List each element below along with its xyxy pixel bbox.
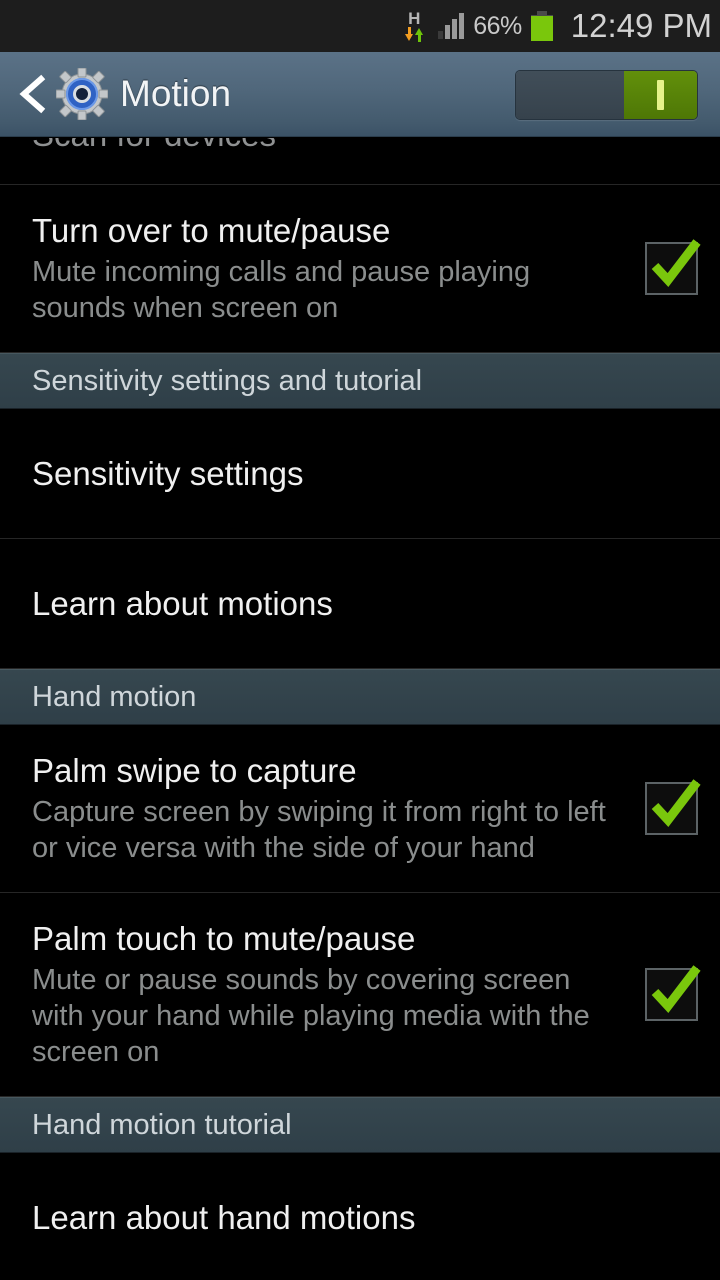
checkmark-icon [651,779,701,827]
list-item-palm-touch-to-mute-pause[interactable]: Palm touch to mute/pause Mute or pause so… [0,893,720,1097]
list-item-title: Sensitivity settings [32,454,304,492]
page-title: Motion [120,73,232,114]
arrow-up-icon [414,27,424,42]
list-item-title: Learn about motions [32,584,333,622]
action-bar: Motion [0,52,720,137]
section-header-label: Hand motion [32,680,197,713]
list-item-text-block: Learn about hand motions [32,1198,698,1238]
section-header-sensitivity-settings-and-tutorial: Sensitivity settings and tutorial [0,353,720,409]
list-item-subtitle: Capture screen by swiping it from right … [32,796,606,864]
signal-bars-icon [438,13,465,39]
list-item-text-block: Learn about motions [32,584,698,624]
phone-screen: H 66% 12:49 PM Motion Turn over to mute/… [0,0,720,1280]
switch-on-marker [657,80,664,110]
back-chevron-icon[interactable] [14,69,54,119]
section-header-hand-motion-tutorial: Hand motion tutorial [0,1097,720,1153]
list-item-subtitle: Mute or pause sounds by covering screen … [32,964,590,1068]
section-header-hand-motion: Hand motion [0,669,720,725]
battery-icon [530,11,553,41]
list-item-text-block: Turn over to mute/pause Mute incoming cal… [32,211,627,326]
list-item-text-block: Palm swipe to capture Capture screen by s… [32,751,627,866]
arrow-down-icon [404,26,414,42]
checkmark-icon [651,965,701,1013]
list-item-title: Learn about hand motions [32,1198,416,1236]
switch-track-off [516,71,624,119]
list-item-title: Scan for devices [32,138,276,155]
status-bar-icons: H 66% 12:49 PM [399,7,712,45]
list-item-learn-about-motions[interactable]: Learn about motions [0,539,720,669]
status-bar-clock: 12:49 PM [570,7,712,44]
settings-list[interactable]: Scan for devices Turn over to mute/pause M… [0,138,720,1280]
status-bar: H 66% 12:49 PM [0,0,720,52]
list-item-checkbox[interactable] [645,779,701,835]
list-item-turn-over-to-mute-pause[interactable]: Turn over to mute/pause Mute incoming cal… [0,185,720,353]
data-activity-arrows [404,26,424,42]
network-type-indicator: H [399,8,429,42]
network-type-label: H [408,8,421,28]
list-item-title: Palm swipe to capture [32,752,357,789]
list-item-title: Turn over to mute/pause [32,212,391,249]
list-item-text-block: Palm touch to mute/pause Mute or pause so… [32,919,627,1070]
battery-percent-label: 66% [473,11,522,40]
list-item-sensitivity-settings[interactable]: Sensitivity settings [0,409,720,539]
section-header-label: Sensitivity settings and tutorial [32,364,423,397]
list-item-palm-swipe-to-capture[interactable]: Palm swipe to capture Capture screen by s… [0,725,720,893]
section-header-label: Hand motion tutorial [32,1108,292,1141]
list-item-checkbox[interactable] [645,239,701,295]
list-item-text-block: Sensitivity settings [32,454,698,494]
checkmark-icon [651,239,701,287]
list-item-learn-about-hand-motions[interactable]: Learn about hand motions [0,1153,720,1280]
list-item-title: Palm touch to mute/pause [32,920,416,957]
switch-thumb-on [624,71,697,119]
list-item-scan-for-devices[interactable]: Scan for devices [0,138,720,185]
motion-master-switch[interactable] [515,70,698,120]
list-item-checkbox[interactable] [645,965,701,1021]
settings-gear-icon [56,68,108,120]
list-item-subtitle: Mute incoming calls and pause playing so… [32,256,531,324]
